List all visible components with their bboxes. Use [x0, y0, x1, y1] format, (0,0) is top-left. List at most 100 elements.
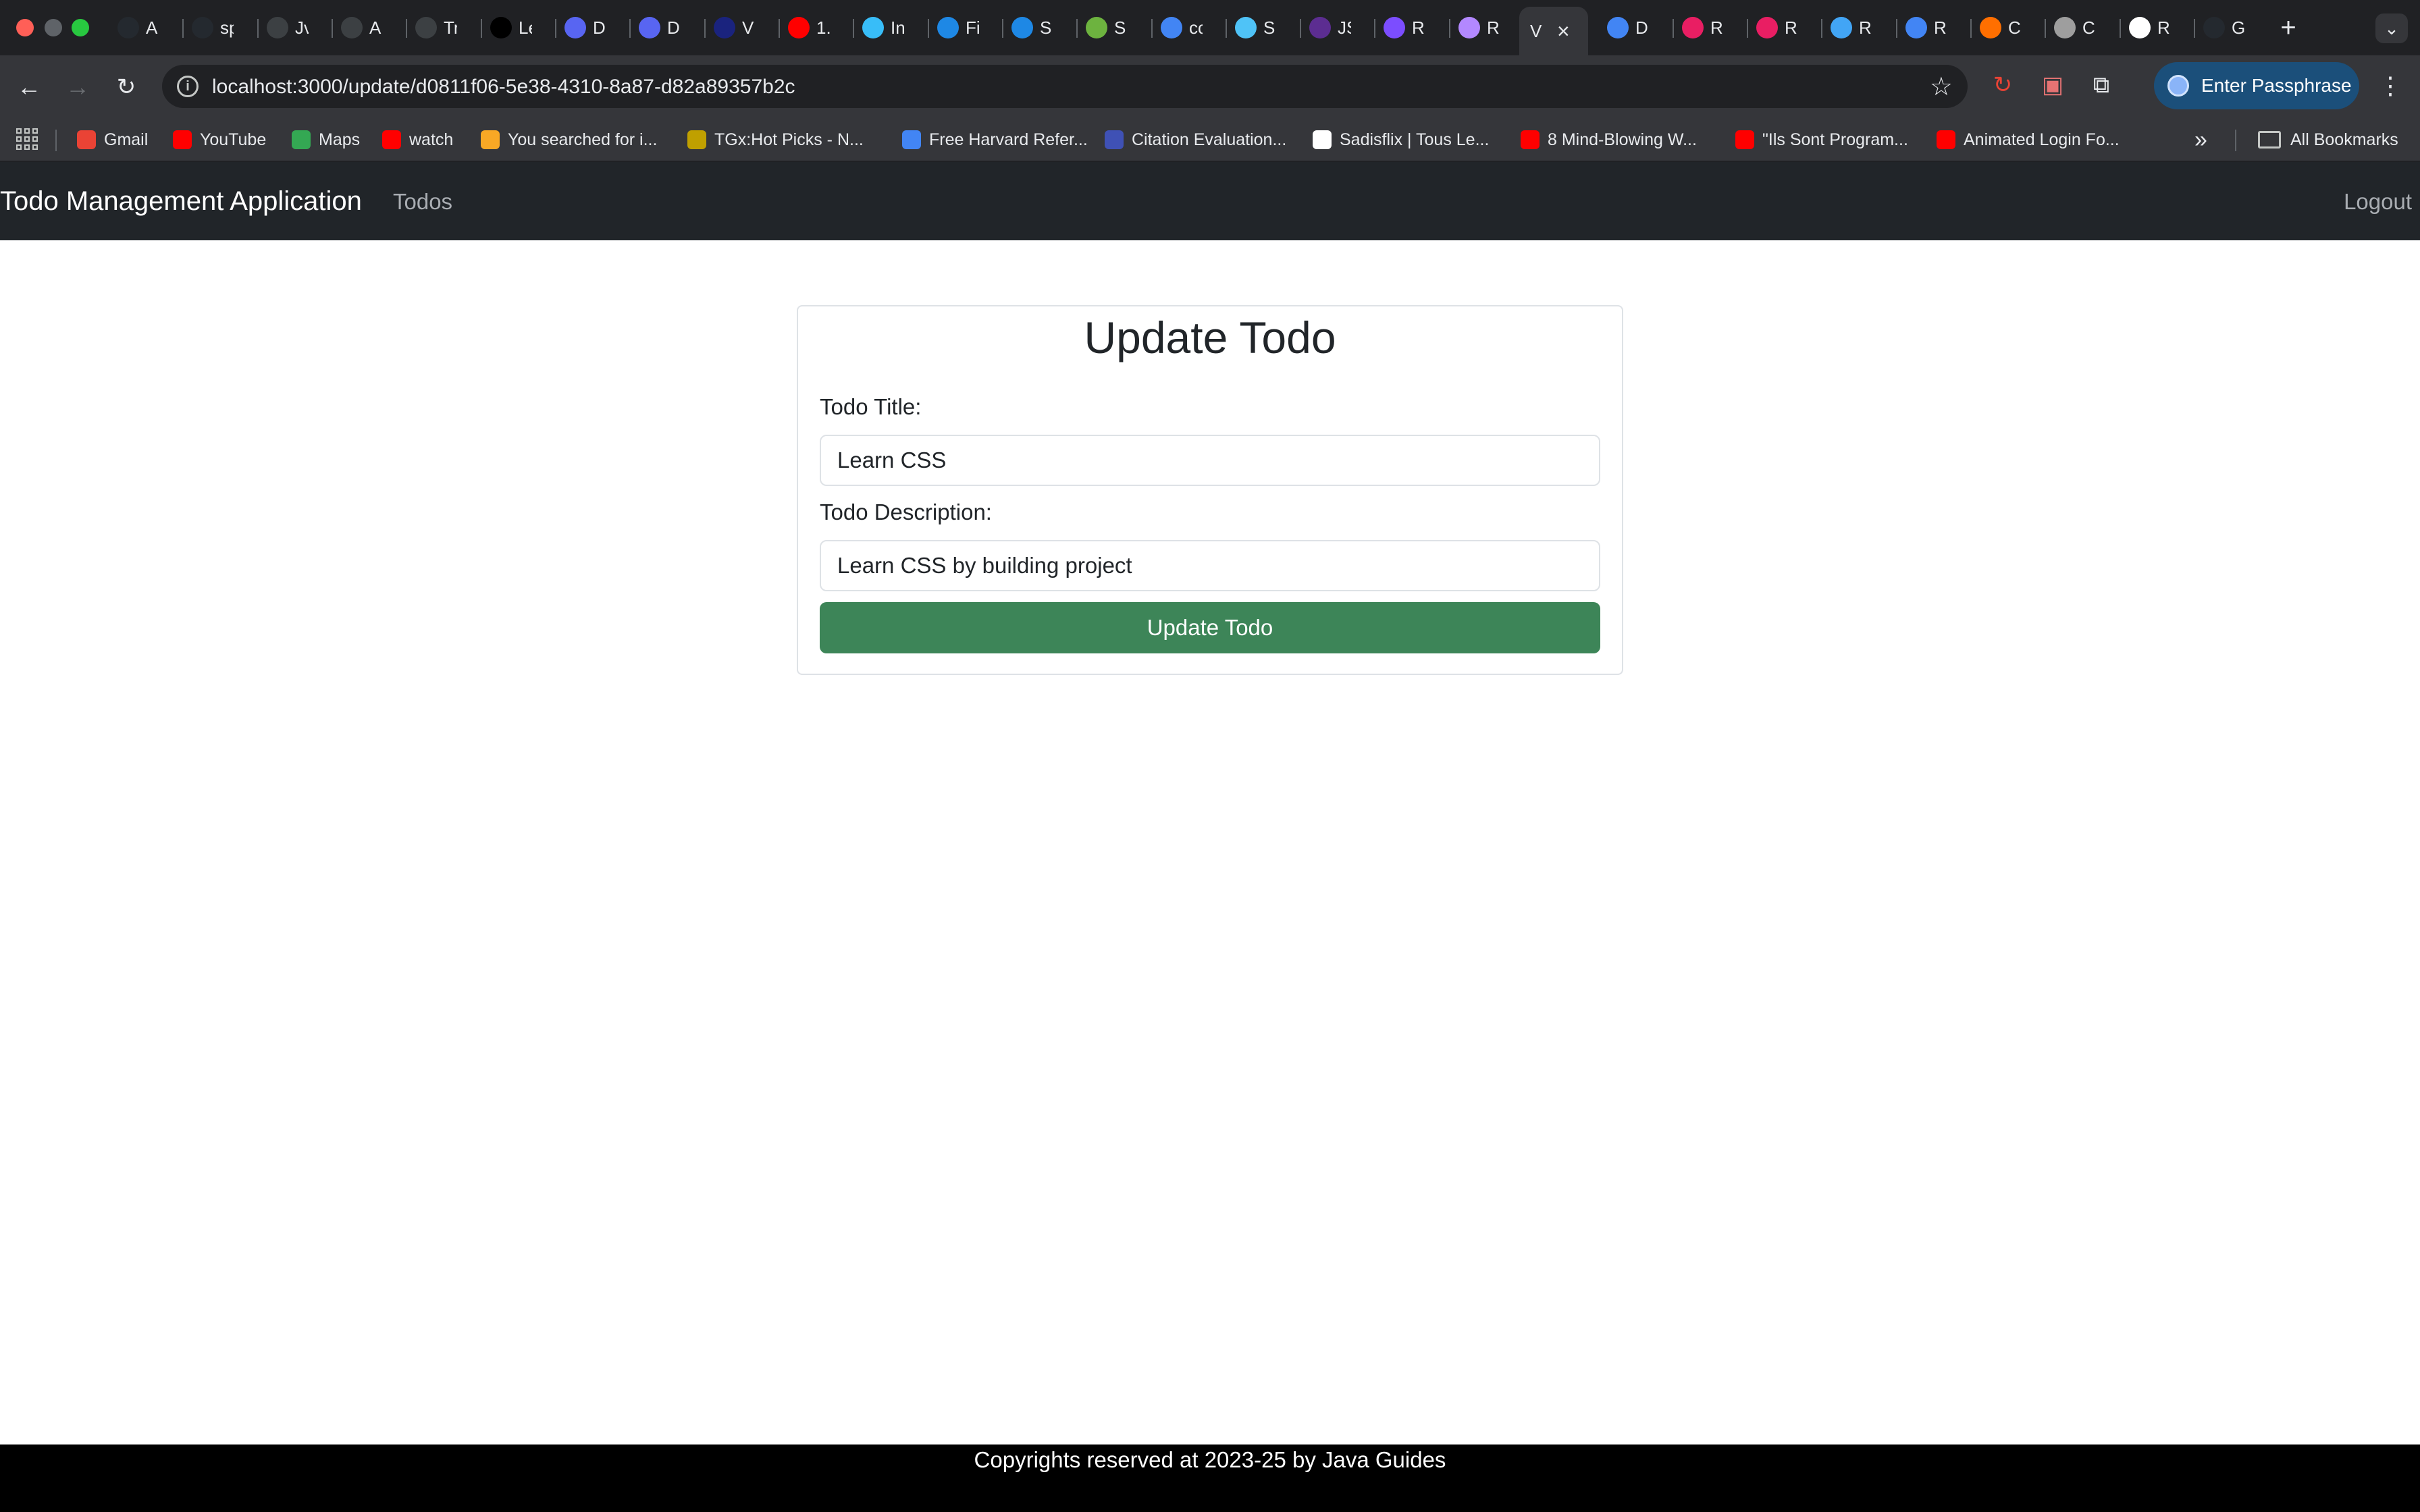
- update-todo-button[interactable]: Update Todo: [820, 602, 1600, 653]
- tab-strip: AspJvATrLeDDV1.InFiSSccSJSRRV×DRRRRCCRG …: [0, 0, 2420, 55]
- new-tab-button[interactable]: +: [2273, 12, 2304, 43]
- more-bookmarks-icon[interactable]: »: [2194, 127, 2207, 153]
- browser-menu-icon[interactable]: ⋮: [2378, 70, 2402, 101]
- browser-tab[interactable]: 1.: [779, 7, 830, 49]
- bookmark-star-icon[interactable]: ☆: [1930, 72, 1953, 102]
- google-icon: [1607, 17, 1629, 38]
- tab-title: Fi: [966, 17, 979, 38]
- tab-title: R: [1785, 17, 1797, 38]
- browser-tab[interactable]: S: [1076, 7, 1128, 49]
- browser-tab[interactable]: R: [1673, 7, 1724, 49]
- bookmark-item[interactable]: Gmail: [77, 127, 148, 153]
- browser-tab[interactable]: V: [704, 7, 756, 49]
- folder-icon: [2258, 131, 2281, 148]
- tab-title: S: [1263, 17, 1275, 38]
- extension-reload-icon[interactable]: ↻: [1988, 70, 2018, 100]
- back-button[interactable]: ←: [14, 72, 45, 103]
- diamond-icon: [1011, 17, 1033, 38]
- bookmark-item[interactable]: TGx:Hot Picks - N...: [687, 127, 864, 153]
- youtube-icon: [382, 130, 401, 149]
- bookmark-label: Sadisflix | Tous Le...: [1340, 130, 1490, 149]
- browser-tab[interactable]: cc: [1151, 7, 1203, 49]
- bookmark-item[interactable]: Maps: [292, 127, 360, 153]
- footer-copyright: Copyrights reserved at 2023-25 by Java G…: [974, 1447, 1446, 1472]
- apps-grid-icon[interactable]: [16, 128, 38, 150]
- browser-toolbar: ← → ↻ i localhost:3000/update/d0811f06-5…: [0, 55, 2420, 117]
- browser-tab[interactable]: R: [1374, 7, 1425, 49]
- tab-search-button[interactable]: ⌄: [2375, 14, 2408, 43]
- browser-tab[interactable]: R: [2120, 7, 2171, 49]
- all-bookmarks-label: All Bookmarks: [2290, 130, 2398, 149]
- browser-tab[interactable]: JS: [1300, 7, 1351, 49]
- bookmark-item[interactable]: 8 Mind-Blowing W...: [1521, 127, 1697, 153]
- browser-tab[interactable]: A: [108, 7, 159, 49]
- nav-logout-link[interactable]: Logout: [2344, 189, 2412, 215]
- address-bar[interactable]: i localhost:3000/update/d0811f06-5e38-43…: [162, 65, 1968, 108]
- blank-icon: [1313, 130, 1332, 149]
- tab-title: S: [1114, 17, 1126, 38]
- reload-button[interactable]: ↻: [111, 72, 142, 103]
- tab-title: In: [891, 17, 904, 38]
- browser-tab[interactable]: R: [1821, 7, 1872, 49]
- browser-tab[interactable]: G: [2194, 7, 2245, 49]
- browser-tab[interactable]: A: [332, 7, 383, 49]
- bookmarks-bar: Gmail YouTube Maps watch You searched for i.…: [0, 117, 2420, 162]
- openai-icon: [267, 17, 288, 38]
- bookmark-item[interactable]: Citation Evaluation...: [1105, 127, 1286, 153]
- github-icon: [117, 17, 139, 38]
- browser-tab[interactable]: R: [1449, 7, 1500, 49]
- divider: [2235, 130, 2236, 151]
- all-bookmarks-button[interactable]: All Bookmarks: [2258, 127, 2398, 153]
- extensions-puzzle-icon[interactable]: ⧉: [2086, 70, 2116, 100]
- bookmark-item[interactable]: watch: [382, 127, 453, 153]
- youtube-icon: [1735, 130, 1754, 149]
- bookmark-item[interactable]: Animated Login Fo...: [1937, 127, 2120, 153]
- browser-tab[interactable]: Jv: [257, 7, 309, 49]
- update-todo-card: Update Todo Todo Title: Todo Description…: [797, 305, 1623, 675]
- extension-icon[interactable]: ▣: [2038, 70, 2068, 100]
- browser-tab[interactable]: S: [1002, 7, 1053, 49]
- browser-tab[interactable]: Fi: [928, 7, 979, 49]
- browser-tab[interactable]: D: [629, 7, 681, 49]
- bookmark-item[interactable]: Free Harvard Refer...: [902, 127, 1088, 153]
- nav-todos-link[interactable]: Todos: [393, 189, 452, 215]
- todo-title-input[interactable]: [820, 435, 1600, 486]
- browser-tab[interactable]: C: [2045, 7, 2096, 49]
- maximize-window-button[interactable]: [72, 19, 89, 36]
- browser-tab[interactable]: Le: [481, 7, 532, 49]
- url-text[interactable]: localhost:3000/update/d0811f06-5e38-4310…: [212, 76, 795, 99]
- browser-tab[interactable]: Tr: [406, 7, 457, 49]
- passphrase-label: Enter Passphrase: [2201, 75, 2352, 96]
- browser-tab[interactable]: D: [555, 7, 606, 49]
- browser-tab[interactable]: S: [1226, 7, 1277, 49]
- close-window-button[interactable]: [16, 19, 34, 36]
- site-info-icon[interactable]: i: [177, 76, 199, 97]
- close-tab-icon[interactable]: ×: [1557, 19, 1570, 44]
- react-icon: [1756, 17, 1778, 38]
- bookmark-item[interactable]: You searched for i...: [481, 127, 657, 153]
- bookmark-item[interactable]: YouTube: [173, 127, 266, 153]
- todo-description-input[interactable]: [820, 540, 1600, 591]
- forward-button[interactable]: →: [62, 72, 93, 103]
- youtube-icon: [788, 17, 810, 38]
- browser-tab[interactable]: R: [1747, 7, 1798, 49]
- bookmark-item[interactable]: "Ils Sont Program...: [1735, 127, 1908, 153]
- youtube-icon: [1521, 130, 1540, 149]
- vc-icon: [2129, 17, 2151, 38]
- tab-active[interactable]: V ×: [1519, 7, 1588, 55]
- browser-tab[interactable]: D: [1598, 7, 1649, 49]
- browser-tab[interactable]: In: [853, 7, 904, 49]
- c-icon: [1980, 17, 2001, 38]
- bookmark-label: Animated Login Fo...: [1964, 130, 2120, 149]
- bookmark-label: You searched for i...: [508, 130, 658, 149]
- browser-tab[interactable]: sp: [182, 7, 234, 49]
- divider: [55, 130, 57, 151]
- bookmark-label: Free Harvard Refer...: [929, 130, 1088, 149]
- minimize-window-button[interactable]: [45, 19, 62, 36]
- enter-passphrase-button[interactable]: Enter Passphrase: [2154, 62, 2359, 109]
- bookmark-item[interactable]: Sadisflix | Tous Le...: [1313, 127, 1489, 153]
- browser-tab[interactable]: R: [1896, 7, 1947, 49]
- tab-title: C: [2082, 17, 2095, 38]
- browser-tab[interactable]: C: [1970, 7, 2022, 49]
- brand-link[interactable]: Todo Management Application: [0, 186, 362, 217]
